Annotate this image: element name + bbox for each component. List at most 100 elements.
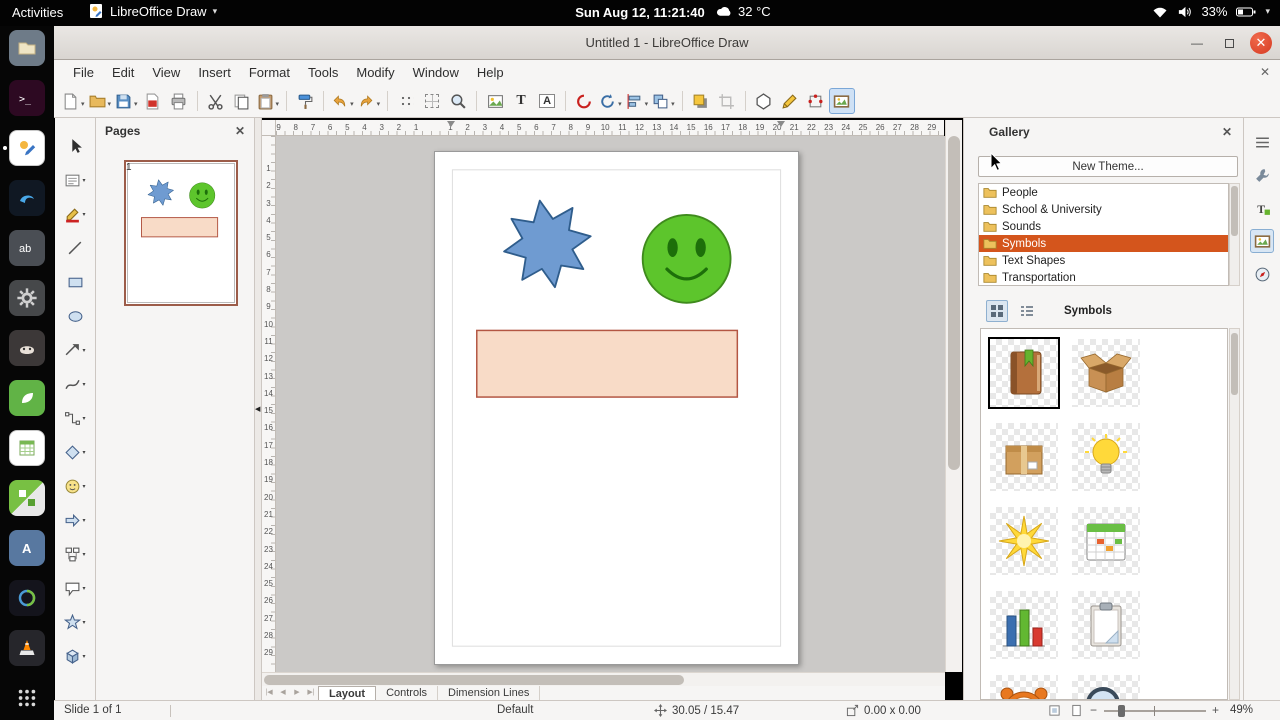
clone-formatting-button[interactable] — [292, 88, 318, 114]
menu-item[interactable]: File — [64, 62, 103, 83]
stars-and-banners-tool[interactable]: ▾ — [57, 608, 93, 636]
dropdown-caret-icon[interactable]: ▾ — [82, 449, 85, 456]
dropdown-caret-icon[interactable]: ▾ — [82, 619, 85, 626]
layer-tab[interactable]: Dimension Lines — [438, 686, 540, 700]
gallery-theme-item[interactable]: Sounds — [979, 218, 1228, 235]
save-button[interactable]: ▾ — [113, 88, 140, 114]
undo-button[interactable]: ▾ — [329, 88, 356, 114]
dropdown-caret-icon[interactable]: ▾ — [82, 585, 85, 592]
gallery-item[interactable] — [1065, 499, 1147, 583]
zoom-slider-thumb[interactable] — [1118, 705, 1125, 717]
dropdown-caret-icon[interactable]: ▾ — [276, 100, 280, 108]
close-gallery-icon[interactable]: ✕ — [1222, 125, 1232, 139]
crop-button[interactable] — [714, 88, 740, 114]
theme-list-scrollbar[interactable] — [1229, 183, 1240, 286]
sidebar-styles-button[interactable]: T — [1250, 196, 1274, 220]
dock-app-letter-a[interactable]: A — [9, 530, 45, 566]
dock-app-files[interactable] — [9, 30, 45, 66]
close-document-icon[interactable]: ✕ — [1260, 65, 1270, 79]
line-color-tool[interactable]: ▾ — [57, 200, 93, 228]
zoom-mode-button[interactable] — [1070, 704, 1083, 717]
transformations-button[interactable]: ▾ — [597, 88, 624, 114]
panel-splitter[interactable]: ◀ — [254, 118, 262, 700]
sidebar-properties-button[interactable] — [1250, 163, 1274, 187]
insert-image-button[interactable] — [482, 88, 508, 114]
dock-app-browser[interactable] — [9, 580, 45, 616]
arrange-button[interactable]: ▾ — [650, 88, 677, 114]
new-theme-button[interactable]: New Theme... — [978, 156, 1238, 177]
dock-app-suite[interactable] — [9, 480, 45, 516]
helplines-button[interactable] — [419, 88, 445, 114]
layer-tab[interactable]: Layout — [318, 686, 376, 700]
menu-item[interactable]: Format — [240, 62, 299, 83]
block-arrows-tool[interactable]: ▾ — [57, 506, 93, 534]
dock-app-draw[interactable] — [9, 130, 45, 166]
maximize-button[interactable] — [1218, 32, 1240, 54]
previous-page-icon[interactable]: ◀ — [276, 686, 290, 700]
menu-item[interactable]: Window — [404, 62, 468, 83]
drawing-page[interactable] — [434, 151, 799, 665]
scrollbar-thumb[interactable] — [1231, 333, 1238, 395]
redo-button[interactable]: ▾ — [356, 88, 383, 114]
3d-objects-tool[interactable]: ▾ — [57, 642, 93, 670]
dock-app-gimp[interactable] — [9, 330, 45, 366]
layer-tab[interactable]: Controls — [376, 686, 438, 700]
insert-curve-button[interactable] — [571, 88, 597, 114]
gallery-theme-item[interactable]: Transportation — [979, 269, 1228, 286]
open-button[interactable]: ▾ — [87, 88, 114, 114]
gallery-item[interactable] — [1065, 415, 1147, 499]
curves-and-polygons-tool[interactable]: ▾ — [57, 370, 93, 398]
menu-item[interactable]: Modify — [347, 62, 403, 83]
window-titlebar[interactable]: Untitled 1 - LibreOffice Draw — ✕ — [54, 26, 1280, 60]
text-box-tool[interactable]: ▾ — [57, 166, 93, 194]
system-tray[interactable]: 33% ▾ — [1152, 4, 1270, 19]
vertical-scrollbar-thumb[interactable] — [948, 136, 960, 470]
gallery-item[interactable] — [983, 499, 1065, 583]
rectangle-shape[interactable] — [477, 330, 738, 397]
shapes-button[interactable] — [751, 88, 777, 114]
dropdown-caret-icon[interactable]: ▾ — [82, 517, 85, 524]
copy-button[interactable] — [229, 88, 255, 114]
dropdown-caret-icon[interactable]: ▾ — [350, 100, 354, 108]
dropdown-caret-icon[interactable]: ▾ — [108, 100, 112, 108]
gallery-theme-item[interactable]: Text Shapes — [979, 252, 1228, 269]
right-margin-marker[interactable] — [777, 121, 785, 131]
insert-textbox-button[interactable]: T — [508, 88, 534, 114]
next-page-icon[interactable]: ▶ — [290, 686, 304, 700]
dropdown-caret-icon[interactable]: ▾ — [671, 100, 675, 108]
dropdown-caret-icon[interactable]: ▾ — [618, 100, 622, 108]
menu-item[interactable]: Help — [468, 62, 513, 83]
dock-app-terminal[interactable]: >_ — [9, 80, 45, 116]
menu-item[interactable]: Tools — [299, 62, 347, 83]
select-tool[interactable] — [57, 132, 93, 160]
display-grid-button[interactable] — [393, 88, 419, 114]
horizontal-scrollbar[interactable] — [262, 672, 945, 686]
vertical-scrollbar[interactable] — [945, 120, 962, 672]
last-page-icon[interactable]: ▶| — [304, 686, 318, 700]
align-button[interactable]: ▾ — [624, 88, 651, 114]
shadow-button[interactable] — [688, 88, 714, 114]
gallery-grid-scrollbar[interactable] — [1229, 328, 1240, 700]
dropdown-caret-icon[interactable]: ▾ — [82, 347, 85, 354]
insert-fontwork-button[interactable]: A — [534, 88, 560, 114]
dock-app-text-editor[interactable]: ab — [9, 230, 45, 266]
dock-app-vlc[interactable] — [9, 630, 45, 666]
dropdown-caret-icon[interactable]: ▾ — [377, 100, 381, 108]
new-button[interactable]: ▾ — [60, 88, 87, 114]
print-button[interactable] — [166, 88, 192, 114]
dropdown-caret-icon[interactable]: ▾ — [81, 100, 85, 108]
collapse-panel-icon[interactable]: ◀ — [255, 406, 260, 413]
dock-show-applications[interactable] — [9, 680, 45, 716]
horizontal-scrollbar-thumb[interactable] — [264, 675, 684, 685]
cut-button[interactable] — [203, 88, 229, 114]
close-button[interactable]: ✕ — [1250, 32, 1272, 54]
list-view-button[interactable] — [1016, 300, 1038, 322]
dropdown-caret-icon[interactable]: ▾ — [82, 551, 85, 558]
dropdown-caret-icon[interactable]: ▾ — [134, 100, 138, 108]
activities-button[interactable]: Activities — [12, 5, 63, 20]
ellipse-tool[interactable] — [57, 302, 93, 330]
sidebar-settings-button[interactable] — [1250, 130, 1274, 154]
fit-slide-button[interactable] — [1048, 704, 1061, 717]
zoom-percent-label[interactable]: 49% — [1230, 704, 1253, 716]
gallery-button[interactable] — [829, 88, 855, 114]
